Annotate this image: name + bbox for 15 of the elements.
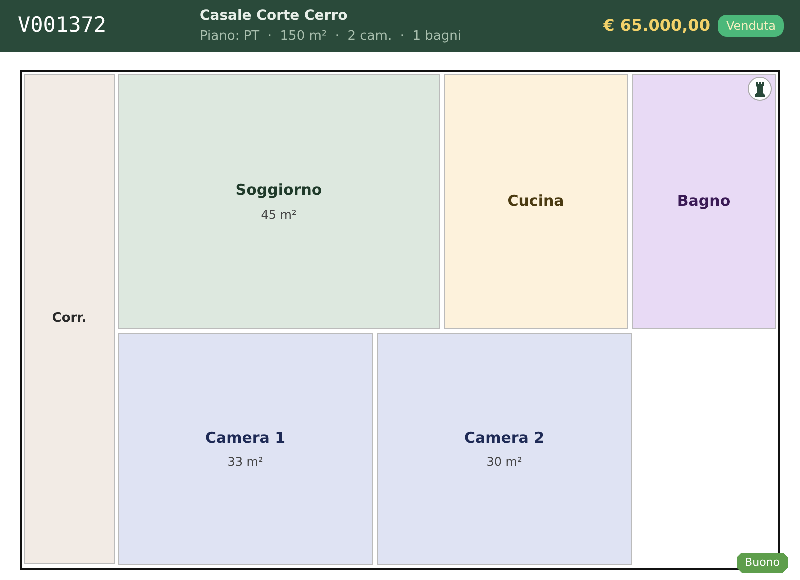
room-name: Bagno [677,191,731,212]
price: € 65.000,00 [604,15,710,37]
status-badge: Venduta [718,15,784,37]
room-area: 33 m² [228,453,264,472]
room-name: Camera 2 [464,428,545,449]
room-name: Cucina [508,191,564,212]
property-code: V001372 [17,12,108,40]
property-title: Casale Corte Cerro [200,6,349,26]
condition-badge: Buono [737,552,788,573]
room-area: 45 m² [261,206,297,224]
property-details: Piano: PT · 150 m² · 2 cam. · 1 bagni [200,28,462,46]
room-name: Soggiorno [236,180,322,202]
room-name: Camera 1 [205,428,286,449]
room-name: Corr. [52,310,87,328]
room-area: 30 m² [486,453,522,472]
